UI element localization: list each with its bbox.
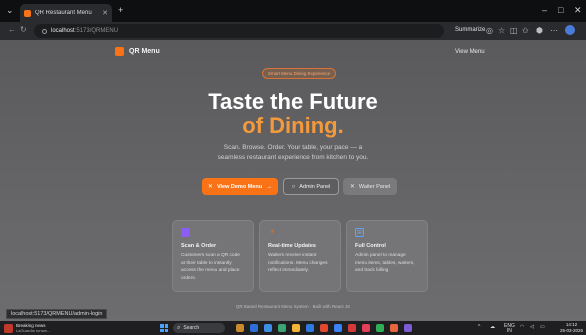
grid-control-icon: ⊞ (355, 228, 364, 237)
onedrive-icon[interactable]: ☁ (490, 324, 495, 330)
file-explorer-icon[interactable] (292, 324, 300, 332)
task-view-icon[interactable] (250, 324, 258, 332)
windows-taskbar: Breaking news LaGuardia runwa... ⌕ Searc… (0, 321, 586, 335)
waiter-panel-button[interactable]: ✕ Waiter Panel (343, 178, 397, 195)
admin-shield-icon: ○ (291, 183, 296, 190)
site-navbar: QR Menu View Menu (0, 40, 586, 66)
card-title: Real-time Updates (268, 243, 316, 249)
browser-tab[interactable]: QR Restaurant Menu ✕ (20, 4, 112, 22)
admin-panel-label: Admin Panel (299, 183, 331, 190)
app-icon[interactable] (320, 324, 328, 332)
feature-card-realtime: ⚡ Real-time Updates Waiters receive inst… (259, 220, 341, 292)
taskbar-search[interactable]: ⌕ Search (173, 323, 225, 333)
more-options-icon[interactable]: ⋯ (550, 26, 558, 35)
search-icon: ⌕ (177, 324, 181, 331)
admin-panel-button[interactable]: ○ Admin Panel (283, 178, 339, 195)
volume-icon[interactable]: ◁ (530, 324, 534, 330)
vscode-icon[interactable] (306, 324, 314, 332)
site-info-icon[interactable] (42, 28, 47, 34)
card-text: access the menu and place (181, 268, 240, 273)
link-hover-status: localhost:5173/QRMENU/admin-login (6, 309, 108, 319)
battery-icon[interactable]: ▭ (540, 324, 545, 330)
widgets-icon[interactable] (236, 324, 244, 332)
taskbar-clock[interactable]: 14:12 25-03-2026 (560, 322, 583, 334)
extensions-icon[interactable]: ⬢ (536, 26, 543, 35)
favorite-star-icon[interactable]: ☆ (498, 26, 505, 35)
card-text: reflect immediately. (268, 268, 309, 273)
card-title: Scan & Order (181, 243, 217, 249)
view-demo-menu-label: View Demo Menu (216, 183, 263, 190)
clock-date: 25-03-2026 (560, 328, 584, 333)
hero-headline-line2: of Dining. (242, 113, 344, 138)
chrome-icon[interactable] (278, 324, 286, 332)
card-text: Customers scan a QR code (181, 253, 240, 258)
split-screen-icon[interactable]: ◫ (510, 26, 518, 35)
waiter-panel-label: Waiter Panel (358, 183, 391, 190)
url-path: :5173/QRMENU (74, 28, 119, 34)
card-text: Waiters receive instant (268, 253, 317, 258)
url-host: localhost (51, 28, 75, 34)
new-tab-icon[interactable]: + (118, 5, 123, 15)
lightning-icon: ⚡ (270, 229, 275, 236)
card-text: Admin panel to manage (355, 253, 406, 258)
tab-close-icon[interactable]: ✕ (102, 9, 108, 17)
summarize-button[interactable]: Summarize (455, 27, 485, 33)
card-text: orders. (181, 275, 196, 281)
app-icon-2[interactable] (390, 324, 398, 332)
card-text: notifications. Menu changes (268, 260, 328, 266)
card-text: at their table to instantly (181, 260, 232, 266)
view-demo-menu-button[interactable]: ✕ View Demo Menu → (202, 178, 278, 195)
card-text: menu items, tables, waiters, (355, 260, 415, 266)
tray-chevron-icon[interactable]: ^ (478, 324, 480, 330)
search-label: Search (183, 325, 200, 331)
reload-icon[interactable]: ↻ (20, 25, 27, 34)
feature-card-full-control: ⊞ Full Control Admin panel to manage men… (346, 220, 428, 292)
url-bar[interactable]: localhost :5173/QRMENU (34, 24, 444, 38)
copilot-icon[interactable]: ◎ (486, 26, 493, 35)
brand-logo-link[interactable]: QR Menu (115, 47, 160, 56)
feature-card-scan-order: Scan & Order Customers scan a QR code at… (172, 220, 254, 292)
app-icon-3[interactable] (404, 324, 412, 332)
browser-tab-strip: ⌄ QR Restaurant Menu ✕ + – □ ✕ (0, 0, 586, 22)
store-icon[interactable] (334, 324, 342, 332)
maximize-icon[interactable]: □ (558, 5, 563, 15)
wifi-icon[interactable]: ◠ (520, 324, 524, 330)
brand-name: QR Menu (129, 48, 160, 55)
waiter-icon: ✕ (349, 184, 355, 190)
language-indicator[interactable]: ENG IN (504, 324, 515, 334)
language-region: IN (506, 328, 512, 334)
edge-browser-icon[interactable] (264, 324, 272, 332)
news-widget[interactable]: Breaking news LaGuardia runwa... (4, 323, 50, 333)
card-text: and track billing. (355, 268, 390, 273)
hero-headline-line1: Taste the Future (208, 89, 378, 114)
favorites-icon[interactable]: ✩ (522, 26, 529, 35)
mail-icon[interactable] (348, 324, 356, 332)
media-icon[interactable] (362, 324, 370, 332)
card-title: Full Control (355, 243, 386, 249)
window-close-icon[interactable]: ✕ (574, 5, 582, 15)
arrow-right-icon: → (266, 183, 273, 190)
whatsapp-icon[interactable] (376, 324, 384, 332)
profile-avatar[interactable] (565, 25, 575, 35)
web-page: QR Menu View Menu Smart Menu Dining Expe… (0, 40, 586, 321)
tab-title: QR Restaurant Menu (35, 10, 92, 16)
minimize-icon[interactable]: – (542, 5, 547, 15)
address-bar-row: ← ↻ localhost :5173/QRMENU Summarize ◎ ☆… (0, 22, 586, 40)
tab-menu-chevron-icon[interactable]: ⌄ (6, 5, 14, 15)
qr-scan-icon (181, 228, 190, 237)
view-menu-link[interactable]: View Menu (455, 49, 485, 55)
hero-subtitle-line2: seamless restaurant experience from kitc… (217, 154, 369, 161)
back-icon[interactable]: ← (8, 25, 16, 34)
tab-favicon-icon (24, 9, 31, 17)
news-icon (4, 323, 13, 333)
hero-subtitle-line1: Scan. Browse. Order. Your table, your pa… (223, 144, 363, 151)
qr-logo-icon (115, 47, 124, 56)
hero-badge: Smart Menu Dining Experience (262, 68, 336, 79)
menu-fork-icon: ✕ (207, 184, 213, 190)
windows-start-icon[interactable] (160, 324, 168, 332)
news-subtitle: LaGuardia runwa... (16, 328, 51, 333)
